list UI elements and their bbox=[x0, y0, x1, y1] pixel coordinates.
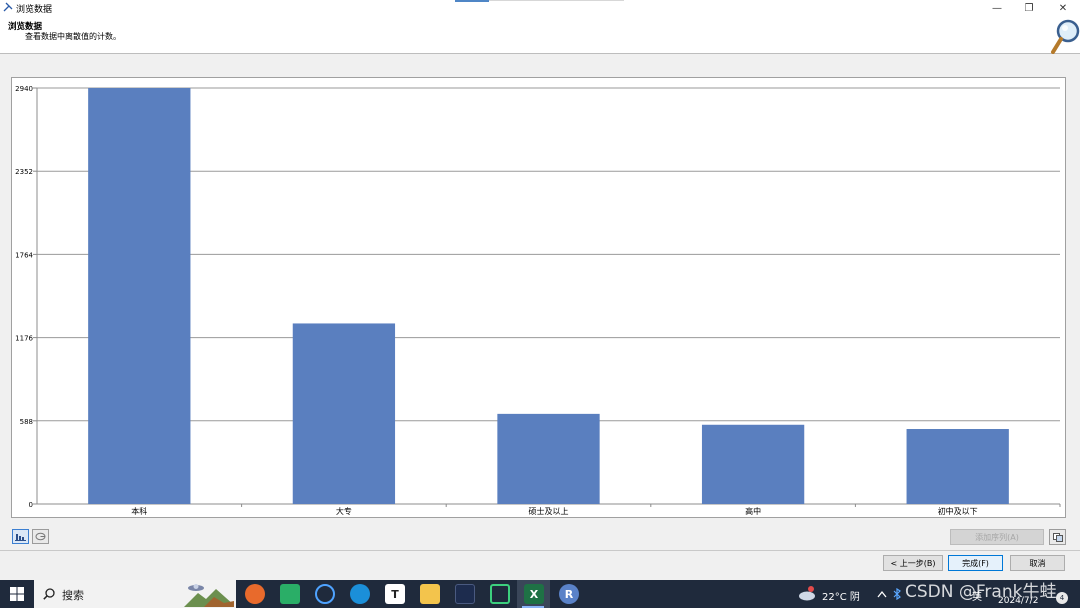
title-accent-line bbox=[489, 0, 624, 1]
csdn-watermark: CSDN @Frank牛蛙 bbox=[905, 582, 1057, 602]
excel-icon[interactable]: X bbox=[524, 584, 544, 604]
y-tick-label: 588 bbox=[20, 418, 33, 426]
bar bbox=[292, 323, 396, 504]
windows-start-icon[interactable] bbox=[10, 587, 24, 601]
firefox-icon[interactable] bbox=[245, 584, 265, 604]
maximize-button[interactable]: ❐ bbox=[1012, 0, 1046, 16]
chart-panel: 0 588 1176 1764 2352 2940 本科 大专 硕士及以上 高中 初中及以下 bbox=[11, 77, 1066, 518]
x-tick-label: 初中及以下 bbox=[938, 506, 978, 516]
typora-icon[interactable]: T bbox=[385, 584, 405, 604]
wizard-header: 浏览数据 查看数据中离散值的计数。 bbox=[0, 16, 1080, 54]
y-tick-label: 0 bbox=[29, 501, 33, 509]
search-icon bbox=[43, 588, 55, 600]
title-accent bbox=[455, 0, 489, 2]
wechat-icon[interactable] bbox=[280, 584, 300, 604]
y-tick-label: 2352 bbox=[15, 168, 33, 176]
edge-icon[interactable] bbox=[350, 584, 370, 604]
title-bar: 浏览数据 — ❐ ✕ bbox=[0, 0, 1080, 16]
search-label: 搜索 bbox=[62, 589, 84, 602]
file-explorer-icon[interactable] bbox=[420, 584, 440, 604]
r-icon[interactable]: R bbox=[559, 584, 579, 604]
bar bbox=[88, 88, 191, 504]
bar bbox=[906, 429, 1009, 504]
magnifier-icon bbox=[1051, 19, 1080, 54]
pie-view-button[interactable] bbox=[32, 529, 49, 544]
copy-icon bbox=[1052, 532, 1063, 542]
weather-cloud-icon bbox=[799, 586, 815, 601]
weather-text[interactable]: 22°C 阴 bbox=[822, 588, 860, 603]
finish-button[interactable]: 完成(F) bbox=[948, 555, 1003, 571]
bar bbox=[497, 413, 600, 504]
y-tick-label: 1764 bbox=[15, 251, 33, 259]
back-button[interactable]: < 上一步(B) bbox=[883, 555, 943, 571]
tray-chevron-up-icon[interactable] bbox=[877, 590, 887, 598]
x-tick-label: 大专 bbox=[336, 506, 352, 516]
pie-chart-icon bbox=[35, 532, 46, 541]
cancel-button[interactable]: 取消 bbox=[1010, 555, 1065, 571]
terminal-icon[interactable] bbox=[455, 584, 475, 604]
search-highlight-illustration bbox=[184, 584, 234, 607]
x-tick-label: 硕士及以上 bbox=[529, 506, 569, 516]
footer-divider bbox=[0, 550, 1080, 551]
copy-chart-button[interactable] bbox=[1049, 529, 1066, 545]
taskbar-search-box[interactable]: 搜索 bbox=[34, 580, 236, 608]
bluetooth-icon[interactable] bbox=[893, 588, 902, 600]
x-tick-label: 本科 bbox=[131, 506, 147, 516]
page-description: 查看数据中离散值的计数。 bbox=[25, 32, 121, 41]
app-icon bbox=[3, 2, 13, 12]
add-series-button[interactable]: 添加序列(A) bbox=[950, 529, 1044, 545]
bar-view-button[interactable] bbox=[12, 529, 29, 544]
bar-chart: 0 588 1176 1764 2352 2940 本科 大专 硕士及以上 高中 初中及以下 bbox=[15, 85, 1061, 516]
minimize-button[interactable]: — bbox=[980, 0, 1014, 16]
search-app-icon[interactable] bbox=[315, 584, 335, 604]
close-button[interactable]: ✕ bbox=[1046, 0, 1080, 16]
bar-chart-icon bbox=[15, 534, 26, 541]
bar bbox=[701, 424, 805, 504]
y-tick-label: 1176 bbox=[15, 335, 33, 343]
y-tick-label: 2940 bbox=[15, 85, 33, 93]
remote-icon[interactable] bbox=[490, 584, 510, 604]
x-tick-label: 高中 bbox=[745, 506, 761, 516]
notification-badge[interactable]: 4 bbox=[1056, 592, 1068, 604]
window-title: 浏览数据 bbox=[16, 5, 53, 15]
